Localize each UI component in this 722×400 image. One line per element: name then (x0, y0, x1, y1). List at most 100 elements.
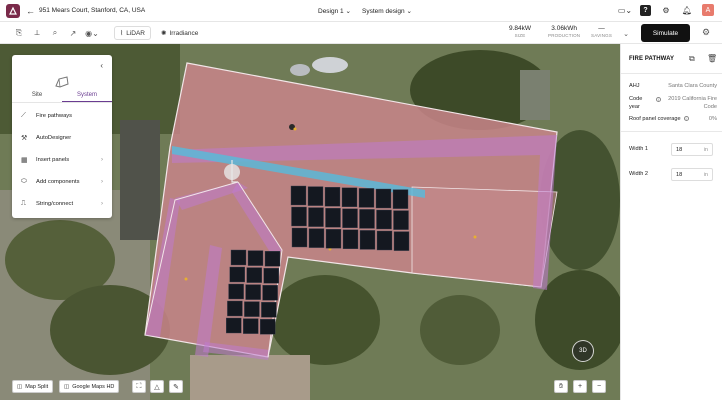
collapse-chevron-icon[interactable]: ‹ (100, 61, 103, 70)
code-year-label: Code year (629, 96, 643, 110)
trash-icon[interactable]: 🗑︎ (707, 54, 717, 63)
irradiance-toggle[interactable]: ✺ Irradiance (156, 26, 204, 40)
menu-item-autodesigner[interactable]: ⚒ AutoDesigner (12, 128, 112, 148)
hand-icon: ✋︎ (559, 382, 563, 390)
solar-panel[interactable] (393, 231, 410, 251)
solar-panel[interactable] (291, 206, 307, 227)
info-icon[interactable]: i (656, 97, 661, 102)
solar-panel[interactable] (359, 230, 376, 250)
divider (12, 102, 112, 103)
device-icon[interactable]: ▭⌄ (618, 4, 632, 16)
solar-panel[interactable] (225, 317, 242, 334)
eye-icon[interactable]: ◉⌄ (85, 27, 99, 39)
solar-panel[interactable] (247, 250, 264, 266)
panel-array-wing[interactable] (225, 249, 281, 335)
back-arrow-icon[interactable]: ← (26, 6, 35, 16)
solar-panel[interactable] (245, 284, 261, 300)
menu-item-string-connect[interactable]: ⎍ String/connect › (12, 194, 112, 214)
map-layer-icon: ◫ (64, 383, 70, 390)
solar-panel[interactable] (308, 207, 324, 227)
pencil-button[interactable]: ✎ (169, 380, 183, 393)
solar-panel[interactable] (392, 189, 409, 209)
share-icon[interactable]: ↗ (67, 27, 79, 39)
width2-input[interactable]: 18 in (671, 168, 713, 181)
zoom-in-button[interactable]: + (573, 380, 587, 393)
solar-panel[interactable] (325, 207, 341, 228)
ahj-value: Santa Clara County (668, 83, 717, 89)
tab-site[interactable]: Site (12, 92, 62, 102)
info-icon[interactable]: i (683, 116, 689, 122)
solar-panel[interactable] (263, 268, 279, 284)
width1-unit: in (703, 147, 708, 153)
chevron-down-icon[interactable]: ⌄ (620, 28, 632, 40)
basemap-selector[interactable]: ◫ Google Maps HD (59, 380, 120, 393)
solar-panel[interactable] (262, 285, 278, 301)
design-selector[interactable]: Design 1 ⌄ (318, 7, 351, 15)
project-address: 951 Mears Court, Stanford, CA, USA (39, 7, 146, 14)
solar-panel[interactable] (393, 210, 409, 230)
shade-button[interactable]: △ (150, 380, 164, 393)
settings-icon[interactable]: ⚙ (660, 4, 672, 16)
solar-panel[interactable] (324, 186, 341, 207)
help-icon[interactable]: ? (640, 4, 651, 16)
design-toolbar: ⎘ ⟂ ⌕ ↗ ◉⌄ ⌇ LiDAR ✺ Irradiance 9.84kW S… (0, 22, 722, 44)
savings-stat[interactable]: — SAVINGS (591, 25, 612, 38)
width1-input[interactable]: 18 in (671, 143, 713, 156)
solar-panel[interactable] (246, 267, 263, 283)
search-icon[interactable]: ⌕ (49, 27, 61, 39)
solar-panel[interactable] (264, 250, 281, 267)
app-logo[interactable] (6, 3, 20, 18)
simulate-button[interactable]: Simulate (641, 24, 690, 42)
solar-panel[interactable] (376, 209, 392, 230)
measure-icon[interactable]: ⟂ (31, 27, 43, 39)
solar-panel[interactable] (227, 300, 243, 317)
solar-panel[interactable] (308, 228, 325, 248)
solar-panel[interactable] (342, 208, 358, 229)
menu-item-add-components[interactable]: ⬭ Add components › (12, 172, 112, 192)
wand-icon: ⚒ (21, 135, 28, 142)
production-stat: 3.06kWh PRODUCTION (548, 25, 580, 38)
solar-panel[interactable] (376, 230, 393, 251)
solar-panel[interactable] (244, 301, 260, 317)
frame-icon: ⛶ (136, 382, 142, 390)
solar-panel[interactable] (342, 229, 359, 250)
solar-panel[interactable] (358, 188, 375, 208)
solar-panel[interactable] (261, 302, 277, 318)
solar-panel[interactable] (290, 185, 307, 206)
menu-item-label: Add components (36, 179, 80, 185)
size-stat: 9.84kW SIZE (509, 25, 531, 38)
copy-icon[interactable]: ⧉ (689, 54, 695, 64)
solar-panel[interactable] (341, 187, 358, 208)
system-label: System design (362, 8, 405, 15)
solar-panel[interactable] (228, 283, 244, 300)
triangle-icon: △ (154, 383, 160, 391)
solar-panel[interactable] (260, 319, 276, 335)
solar-panel[interactable] (325, 228, 342, 249)
gear-icon[interactable]: ⚙ (702, 27, 710, 38)
fit-view-button[interactable]: ⛶ (132, 380, 146, 393)
avatar[interactable]: A (702, 4, 714, 16)
import-icon[interactable]: ⎘ (13, 27, 25, 39)
system-selector[interactable]: System design ⌄ (362, 7, 412, 15)
map-split-button[interactable]: ◫ Map Split (12, 380, 54, 393)
bell-icon[interactable]: 🔔︎ (681, 4, 693, 16)
tab-system[interactable]: System (62, 92, 112, 102)
menu-item-insert-panels[interactable]: ▦ Insert panels › (12, 150, 112, 170)
solar-panel[interactable] (242, 318, 259, 334)
header-actions: ▭⌄ ? ⚙ 🔔︎ A (618, 4, 714, 16)
menu-item-fire-pathways[interactable]: ⟋ Fire pathways (12, 106, 112, 126)
solar-panel[interactable] (307, 186, 324, 206)
panel-array-main[interactable] (290, 185, 410, 251)
string-icon: ⎍ (21, 200, 26, 207)
width2-label: Width 2 (629, 171, 648, 177)
solar-panel[interactable] (229, 266, 246, 283)
solar-panel[interactable] (375, 188, 392, 209)
lidar-toggle[interactable]: ⌇ LiDAR (114, 26, 151, 40)
solar-panel[interactable] (291, 227, 308, 248)
pencil-icon: ✎ (173, 383, 179, 391)
zoom-out-button[interactable]: − (592, 380, 606, 393)
solar-panel[interactable] (230, 249, 247, 266)
pan-button[interactable]: ✋︎ (554, 380, 568, 393)
view-3d-toggle[interactable]: 3D (572, 340, 594, 362)
solar-panel[interactable] (359, 209, 375, 229)
